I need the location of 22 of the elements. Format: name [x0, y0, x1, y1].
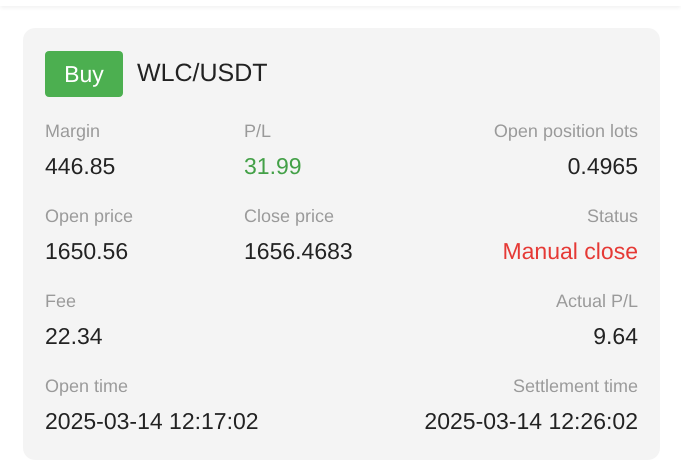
- side-badge: Buy: [45, 51, 123, 97]
- field-value: Manual close: [502, 237, 638, 266]
- field-value: 446.85: [45, 152, 116, 181]
- field-value: 2025-03-14 12:26:02: [424, 407, 638, 436]
- field-label: Settlement time: [512, 375, 638, 398]
- field-value: 1656.4683: [244, 237, 353, 266]
- field-value: 22.34: [45, 322, 103, 351]
- field-label: Margin: [45, 120, 100, 143]
- field-value: 1650.56: [45, 237, 128, 266]
- field-value: 0.4965: [568, 152, 638, 181]
- pair-title: WLC/USDT: [137, 58, 268, 90]
- field-label: Close price: [244, 205, 334, 228]
- field-label: Open price: [45, 205, 134, 228]
- field-label: P/L: [244, 120, 272, 143]
- field-label: Open position lots: [494, 120, 638, 143]
- field-label: Open time: [45, 375, 128, 398]
- field-label: Status: [586, 205, 638, 228]
- field-label: Actual P/L: [556, 290, 638, 313]
- field-label: Fee: [45, 290, 76, 313]
- field-value: 9.64: [593, 322, 638, 351]
- field-value: 2025-03-14 12:17:02: [45, 407, 259, 436]
- field-value: 31.99: [244, 152, 302, 181]
